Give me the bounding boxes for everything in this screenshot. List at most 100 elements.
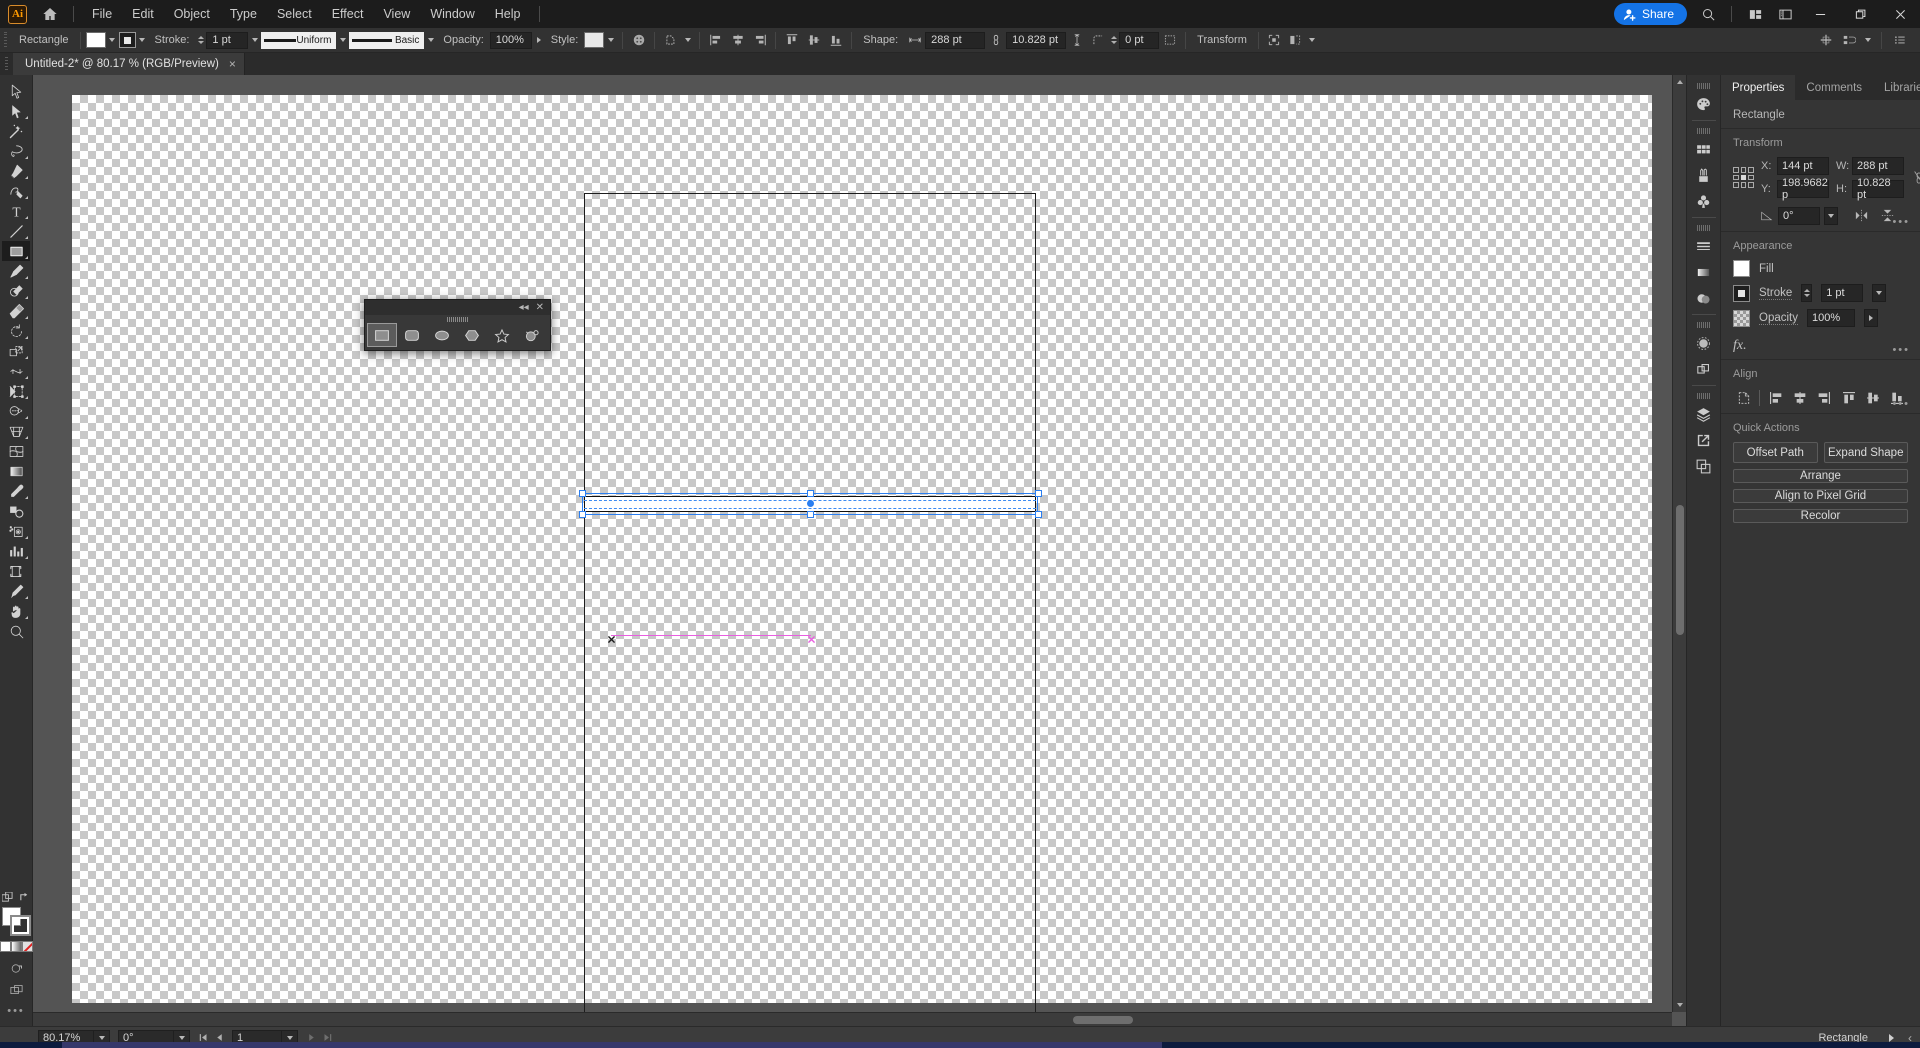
opacity-input[interactable]: 100% <box>1807 309 1855 327</box>
rotate-angle-dropdown-icon[interactable] <box>1824 206 1838 225</box>
eyedropper-tool[interactable] <box>2 481 30 501</box>
symbols-panel-icon[interactable] <box>1690 188 1718 214</box>
pathfinder-panel-icon[interactable] <box>1690 356 1718 382</box>
fx-icon[interactable]: fx. <box>1733 338 1747 353</box>
shape-builder-tool[interactable] <box>2 401 30 421</box>
brush-dropdown-icon[interactable] <box>424 32 437 49</box>
dock-group-grip-3[interactable] <box>1696 225 1711 231</box>
ref-pt-5[interactable] <box>1740 174 1747 181</box>
collapse-icon[interactable]: ◂◂ <box>519 302 529 313</box>
align-center-horizontal-icon[interactable] <box>1790 388 1811 408</box>
artboards-panel-icon[interactable] <box>1690 453 1718 479</box>
stroke-weight-dropdown-icon[interactable] <box>1872 284 1887 302</box>
arrange-button[interactable]: Arrange <box>1733 469 1908 483</box>
menu-view[interactable]: View <box>373 0 420 28</box>
selection-handle-tc[interactable] <box>807 490 814 497</box>
ref-pt-8[interactable] <box>1740 182 1747 188</box>
opacity-swatch[interactable] <box>1733 309 1750 327</box>
star-shape-tool[interactable] <box>488 324 516 346</box>
dock-group-grip-4[interactable] <box>1696 322 1711 328</box>
transform-select-dropdown-icon[interactable] <box>681 32 694 49</box>
selection-handle-tl[interactable] <box>579 490 586 497</box>
dock-group-grip-2[interactable] <box>1696 128 1711 134</box>
minimize-button[interactable] <box>1800 0 1840 28</box>
share-button[interactable]: Share <box>1613 3 1687 25</box>
shaper-tool[interactable] <box>2 281 30 301</box>
menu-file[interactable]: File <box>82 0 122 28</box>
type-tool[interactable]: T <box>2 201 30 221</box>
color-mode-flat-icon[interactable] <box>0 941 11 952</box>
arrange-dropdown-icon[interactable] <box>1861 32 1874 49</box>
gradient-panel-icon[interactable] <box>1690 259 1718 285</box>
appearance-more-options-icon[interactable]: ••• <box>1892 344 1910 356</box>
tab-bar-grip[interactable] <box>3 57 10 71</box>
recolor-artwork-icon[interactable] <box>628 31 649 50</box>
selection-handle-br[interactable] <box>1035 511 1042 518</box>
vertical-scroll-thumb[interactable] <box>1676 505 1684 635</box>
canvas[interactable]: ◂◂ ✕ <box>33 75 1672 1026</box>
expand-shape-button[interactable]: Expand Shape <box>1823 442 1908 463</box>
transparency-panel-icon[interactable] <box>1690 285 1718 311</box>
artboard-tool[interactable] <box>2 561 30 581</box>
brush-definition-select[interactable]: Basic <box>349 31 425 49</box>
profile-dropdown-icon[interactable] <box>336 32 349 49</box>
color-mode-gradient-icon[interactable] <box>10 941 22 952</box>
align-to-pixel-grid-button[interactable]: Align to Pixel Grid <box>1733 489 1908 503</box>
menu-window[interactable]: Window <box>420 0 484 28</box>
ref-pt-2[interactable] <box>1740 167 1747 173</box>
align-left-icon[interactable] <box>705 31 726 50</box>
default-fill-stroke-icon[interactable] <box>1 891 13 903</box>
arrange-documents-icon[interactable] <box>1740 0 1770 28</box>
selection-handle-bl[interactable] <box>579 511 586 518</box>
style-dropdown-icon[interactable] <box>604 32 617 49</box>
ref-pt-3[interactable] <box>1748 167 1754 173</box>
swap-fill-stroke-icon[interactable] <box>19 892 30 903</box>
ref-pt-1[interactable] <box>1733 167 1739 173</box>
stroke-weight-input[interactable]: 1 pt <box>206 31 249 49</box>
corner-type-icon[interactable] <box>1087 31 1108 50</box>
color-mode-none-icon[interactable] <box>21 941 33 952</box>
stroke-label[interactable]: Stroke <box>1759 287 1793 300</box>
hand-tool[interactable] <box>2 601 30 621</box>
column-graph-tool[interactable] <box>2 541 30 561</box>
align-middle-vertical-icon[interactable] <box>1862 388 1883 408</box>
eraser-tool[interactable] <box>2 301 30 321</box>
flyout-titlebar[interactable]: ◂◂ ✕ <box>365 300 550 315</box>
scroll-up-icon[interactable] <box>1673 75 1686 89</box>
ref-pt-4[interactable] <box>1733 174 1739 181</box>
menu-type[interactable]: Type <box>220 0 267 28</box>
control-bar-menu-icon[interactable] <box>1889 31 1910 50</box>
workspace-switcher-icon[interactable] <box>1770 0 1800 28</box>
direct-selection-tool[interactable] <box>2 101 30 121</box>
menu-select[interactable]: Select <box>267 0 322 28</box>
color-panel-icon[interactable] <box>1690 91 1718 117</box>
fill-color-swatch[interactable] <box>1733 260 1750 277</box>
menu-effect[interactable]: Effect <box>322 0 374 28</box>
select-similar-dropdown-icon[interactable] <box>1306 32 1319 49</box>
constrain-proportions-icon[interactable] <box>985 31 1006 50</box>
pen-tool[interactable] <box>2 161 30 181</box>
menu-edit[interactable]: Edit <box>122 0 164 28</box>
ref-pt-7[interactable] <box>1733 182 1739 188</box>
shape-width-input[interactable]: 288 pt <box>925 31 986 49</box>
fill-color-swatch[interactable] <box>85 32 106 48</box>
polygon-shape-tool[interactable] <box>458 324 486 346</box>
home-icon[interactable] <box>35 0 65 28</box>
magic-wand-tool[interactable] <box>2 121 30 141</box>
recolor-button[interactable]: Recolor <box>1733 509 1908 523</box>
fill-swatch-dropdown-icon[interactable] <box>106 32 119 49</box>
tab-libraries[interactable]: Libraries <box>1873 75 1920 100</box>
perspective-grid-tool[interactable] <box>2 421 30 441</box>
curvature-tool[interactable] <box>2 181 30 201</box>
align-to-pixel-grid-icon[interactable] <box>1815 31 1836 50</box>
vertical-scrollbar[interactable] <box>1672 75 1686 1012</box>
control-bar-grip[interactable] <box>2 31 9 49</box>
variable-width-profile-select[interactable]: Uniform <box>261 31 337 49</box>
selection-handle-bc[interactable] <box>807 511 814 518</box>
shape-height-input[interactable]: 10.828 pt <box>1006 31 1067 49</box>
dock-group-grip-5[interactable] <box>1696 393 1711 399</box>
rectangle-shape-tool[interactable] <box>367 323 397 347</box>
arrange-objects-icon[interactable] <box>1838 31 1859 50</box>
rounded-rectangle-shape-tool[interactable] <box>398 324 426 346</box>
transform-panel-button[interactable]: Transform <box>1191 34 1253 46</box>
